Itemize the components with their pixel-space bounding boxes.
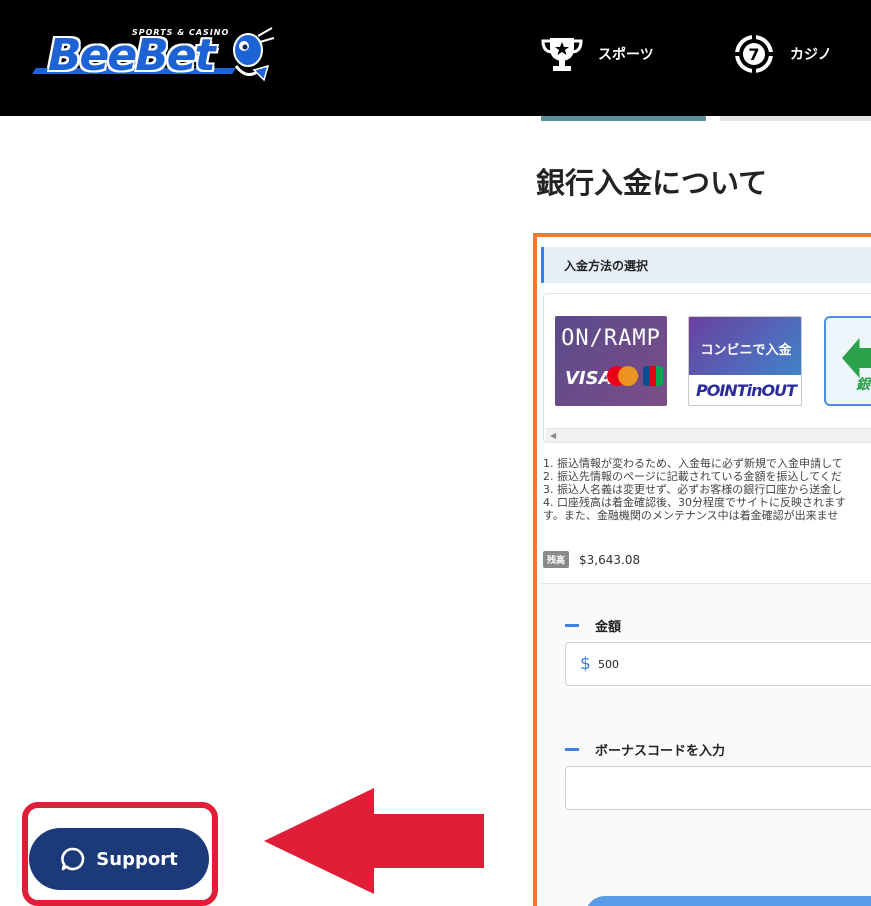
trophy-icon — [540, 33, 584, 75]
method-convenience-store[interactable]: コンビニで入金 POINTinOUT — [688, 316, 802, 406]
amount-label: 金額 — [565, 616, 621, 635]
nav-sports[interactable]: スポーツ — [540, 34, 654, 74]
nav-sports-label: スポーツ — [598, 47, 654, 63]
nav-casino-label: カジノ — [790, 47, 832, 63]
logo-brand-text: BeeBet — [48, 30, 216, 81]
balance-value: $3,643.08 — [579, 552, 641, 567]
bonus-code-input[interactable] — [565, 766, 871, 810]
conveni-title: コンビニで入金 — [700, 343, 792, 358]
visa-logo: VISA — [565, 368, 613, 389]
amount-label-text: 金額 — [595, 620, 622, 635]
bee-mascot-icon — [233, 27, 274, 82]
balance-tag: 残高 — [543, 551, 570, 568]
note-line: 4. 口座残高は着金確認後、30分程度でサイトに反映されます — [543, 496, 846, 509]
deposit-notes: 1. 振込情報が変わるため、入金毎に必ず新規で入金申請して 2. 振込先情報のペ… — [543, 457, 871, 522]
scroll-left-icon[interactable]: ◀ — [550, 431, 556, 440]
tab-inactive-indicator[interactable] — [720, 116, 871, 121]
bank-arrow-icon — [842, 338, 871, 378]
pointinout-logo: POINTinOUT — [696, 381, 797, 400]
bank-label: 銀行 — [856, 377, 871, 393]
section-title: 入金方法の選択 — [564, 259, 649, 273]
dollar-icon: $ — [580, 654, 591, 674]
note-line: す。また、金融機関のメンテナンス中は着金確認が出来ませ — [543, 509, 839, 522]
deposit-form: 金額 $ 500 ボーナスコードを入力 — [541, 583, 871, 906]
red-arrow-annotation — [264, 788, 484, 894]
site-header: SPORTS & CASINO BeeBet スポーツ 7 カジノ — [0, 0, 871, 116]
svg-text:7: 7 — [748, 45, 759, 64]
support-label: Support — [96, 848, 178, 870]
note-line: 3. 振込人名義は変更せず、必ずお客様の銀行口座から送金し — [543, 483, 843, 496]
beebet-logo[interactable]: SPORTS & CASINO BeeBet — [32, 22, 274, 92]
horizontal-scrollbar[interactable]: ◀ — [546, 428, 871, 442]
label-dash — [565, 748, 579, 751]
label-dash — [565, 624, 579, 627]
method-bank-transfer[interactable]: 銀行 — [824, 316, 871, 406]
tab-active-indicator[interactable] — [541, 116, 706, 121]
method-onramp[interactable]: ON/RAMP VISA — [555, 316, 667, 406]
chat-bubble-icon — [61, 847, 85, 871]
amount-input[interactable]: $ 500 — [565, 642, 871, 686]
bonus-code-label-text: ボーナスコードを入力 — [595, 744, 726, 759]
balance-row: 残高 $3,643.08 — [543, 551, 640, 568]
jcb-icon — [643, 366, 663, 386]
section-header: 入金方法の選択 — [541, 247, 871, 283]
page-title: 銀行入金について — [536, 166, 768, 200]
casino-chip-icon: 7 — [732, 33, 776, 75]
mastercard-icon-overlap — [618, 366, 638, 386]
submit-button[interactable] — [585, 896, 871, 906]
payment-method-list: ON/RAMP VISA コンビニで入金 POINTinOUT 銀行 ◀ — [543, 293, 871, 443]
nav-casino[interactable]: 7 カジノ — [732, 34, 832, 74]
support-button[interactable]: Support — [29, 828, 209, 890]
onramp-title: ON/RAMP — [561, 326, 661, 351]
note-line: 1. 振込情報が変わるため、入金毎に必ず新規で入金申請して — [543, 457, 843, 470]
bonus-code-label: ボーナスコードを入力 — [565, 740, 725, 759]
amount-value: 500 — [598, 658, 619, 671]
note-line: 2. 振込先情報のページに記載されている金額を振込してくだ — [543, 470, 842, 483]
deposit-panel: 入金方法の選択 ON/RAMP VISA コンビニで入金 POINTinOUT … — [533, 233, 871, 906]
